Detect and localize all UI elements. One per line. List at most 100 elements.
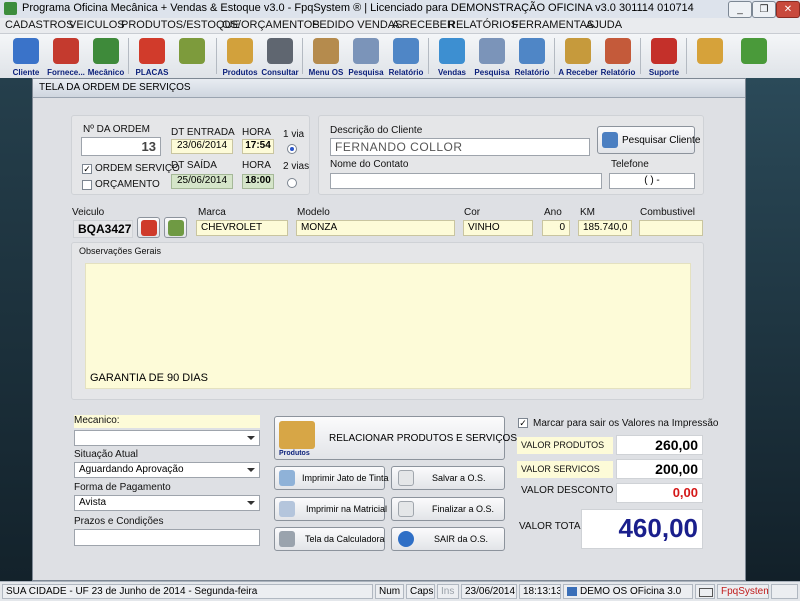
vehicle-car-button[interactable] xyxy=(137,217,160,238)
menu-ajuda[interactable]: AJUDA xyxy=(586,19,622,31)
red-car-icon xyxy=(141,220,157,236)
cor-field[interactable]: VINHO xyxy=(463,220,533,236)
clipboard-icon xyxy=(313,38,339,64)
toolbar-pesquisa-vendas-button[interactable]: Pesquisa xyxy=(472,36,512,78)
finalize-doc-icon xyxy=(398,501,414,517)
toolbar-vendas-button[interactable]: Vendas xyxy=(432,36,472,78)
toolbar-pesquisa-os-button[interactable]: Pesquisa xyxy=(346,36,386,78)
restore-button[interactable]: ❐ xyxy=(752,1,776,18)
person-icon xyxy=(53,38,79,64)
background-left xyxy=(0,78,32,581)
barcode-icon xyxy=(267,38,293,64)
marcar-valores-label: Marcar para sair os Valores na Impressão xyxy=(533,418,719,429)
menu-cadastros[interactable]: CADASTROS xyxy=(5,19,73,31)
via1-radio[interactable] xyxy=(287,144,297,154)
clock-icon xyxy=(168,220,184,236)
finalizar-os-label: Finalizar a O.S. xyxy=(432,504,495,514)
toolbar-relatorio-receber-button[interactable]: Relatório xyxy=(598,36,638,78)
status-extra xyxy=(771,584,798,599)
combustivel-field[interactable] xyxy=(639,220,703,236)
order-number-field[interactable]: 13 xyxy=(81,137,161,156)
ordem-servico-checkbox[interactable]: ✓ xyxy=(82,164,92,174)
saida-date-field[interactable]: 25/06/2014 xyxy=(171,174,233,189)
toolbar-coin-button[interactable] xyxy=(690,36,730,78)
valor-total-field[interactable]: 460,00 xyxy=(581,509,703,549)
valor-desconto-field[interactable]: 0,00 xyxy=(616,483,703,503)
pesquisar-cliente-label: Pesquisar Cliente xyxy=(622,135,701,146)
marcar-valores-checkbox[interactable]: ✓ xyxy=(518,418,528,428)
client-name-field[interactable]: FERNANDO COLLOR xyxy=(330,138,590,156)
toolbar-produtos-button[interactable]: Produtos xyxy=(220,36,260,78)
phone-field[interactable]: ( ) - xyxy=(609,173,695,189)
menu-veiculos[interactable]: VEICULOS xyxy=(69,19,125,31)
toolbar-suporte-button[interactable]: Suporte xyxy=(644,36,684,78)
pesquisar-cliente-button[interactable]: Pesquisar Cliente xyxy=(597,126,700,154)
toolbar-fornecedor-button[interactable]: Fornece... xyxy=(46,36,86,78)
sair-os-button[interactable]: SAIR da O.S. xyxy=(391,527,505,551)
entrada-hora-field[interactable]: 17:54 xyxy=(242,139,274,154)
salvar-os-button[interactable]: Salvar a O.S. xyxy=(391,466,505,490)
prazos-field[interactable] xyxy=(74,529,260,546)
ano-field[interactable]: 0 xyxy=(542,220,570,236)
saida-hora-label: HORA xyxy=(242,160,271,171)
menu-ferramentas[interactable]: FERRAMENTAS xyxy=(512,19,594,31)
imprimir-matricial-button[interactable]: Imprimir na Matricial xyxy=(274,497,387,521)
orcamento-label: ORÇAMENTO xyxy=(95,179,160,190)
menu-os-orcamentos[interactable]: OS/ORÇAMENTOS xyxy=(222,19,320,31)
exit-arrow-icon xyxy=(398,531,414,547)
valor-produtos-field[interactable]: 260,00 xyxy=(616,435,703,455)
status-bar: SUA CIDADE - UF 23 de Junho de 2014 - Se… xyxy=(0,581,800,601)
chevron-down-icon xyxy=(247,436,255,440)
toolbar-menu-os-button[interactable]: Menu OS xyxy=(306,36,346,78)
relacionar-produtos-button[interactable]: Produtos RELACIONAR PRODUTOS E SERVIÇOS xyxy=(274,416,517,460)
ano-label: Ano xyxy=(544,207,562,218)
toolbar-relatorio-os-button[interactable]: Relatório xyxy=(386,36,426,78)
toolbar-placas-button[interactable]: PLACAS xyxy=(132,36,172,78)
menu-pedido-vendas[interactable]: PEDIDO VENDAS xyxy=(312,19,402,31)
minimize-button[interactable]: _ xyxy=(728,1,752,18)
toolbar-cliente-button[interactable]: Cliente xyxy=(6,36,46,78)
toolbar-agenda-button[interactable] xyxy=(172,36,212,78)
entrada-date-field[interactable]: 23/06/2014 xyxy=(171,139,233,154)
printer-icon xyxy=(519,38,545,64)
toolbar-exit-button[interactable] xyxy=(734,36,774,78)
toolbar-a-receber-button[interactable]: A Receber xyxy=(558,36,598,78)
toolbar-relatorio-vendas-button[interactable]: Relatório xyxy=(512,36,552,78)
marca-field[interactable]: CHEVROLET xyxy=(196,220,288,236)
status-caps: Caps xyxy=(406,584,435,599)
toolbar-consultar-button[interactable]: Consultar xyxy=(260,36,300,78)
via2-radio[interactable] xyxy=(287,178,297,188)
orcamento-checkbox[interactable] xyxy=(82,180,92,190)
vehicle-history-button[interactable] xyxy=(164,217,187,238)
contact-field[interactable] xyxy=(330,173,602,189)
chevron-down-icon xyxy=(247,501,255,505)
menu-relatorios[interactable]: RELATÓRIOS xyxy=(448,19,518,31)
cor-label: Cor xyxy=(464,207,481,218)
toolbar-mecanico-button[interactable]: Mecânico xyxy=(86,36,126,78)
mecanico-select[interactable] xyxy=(74,430,260,446)
finalizar-os-button[interactable]: Finalizar a O.S. xyxy=(391,497,505,521)
modelo-field[interactable]: MONZA xyxy=(296,220,455,236)
obs-textarea[interactable]: GARANTIA DE 90 DIAS xyxy=(85,263,691,389)
exit-door-icon xyxy=(741,38,767,64)
monitor-icon xyxy=(439,38,465,64)
valor-servicos-field[interactable]: 200,00 xyxy=(616,459,703,479)
menu-a-receber[interactable]: A RECEBER xyxy=(392,19,455,31)
title-bar: Programa Oficina Mecânica + Vendas & Est… xyxy=(0,0,800,19)
close-button[interactable]: ✕ xyxy=(776,1,800,18)
magnifier-icon xyxy=(479,38,505,64)
toolbar-label: Relatório xyxy=(388,68,424,77)
keyboard-icon xyxy=(699,588,713,597)
app-icon xyxy=(4,2,17,15)
saida-hora-field[interactable]: 18:00 xyxy=(242,174,274,189)
km-field[interactable]: 185.740,0 xyxy=(578,220,632,236)
status-date: 23/06/2014 xyxy=(461,584,517,599)
imprimir-jato-button[interactable]: Imprimir Jato de Tinta xyxy=(274,466,389,490)
pagamento-select[interactable]: Avista xyxy=(74,495,260,511)
calculadora-button[interactable]: Tela da Calculadora xyxy=(274,527,385,551)
plate-field[interactable]: BQA3427 xyxy=(73,220,133,238)
clock-icon xyxy=(179,38,205,64)
situacao-select[interactable]: Aguardando Aprovação xyxy=(74,462,260,478)
via2-label: 2 vias xyxy=(283,161,310,172)
entrada-hora-label: HORA xyxy=(242,127,271,138)
